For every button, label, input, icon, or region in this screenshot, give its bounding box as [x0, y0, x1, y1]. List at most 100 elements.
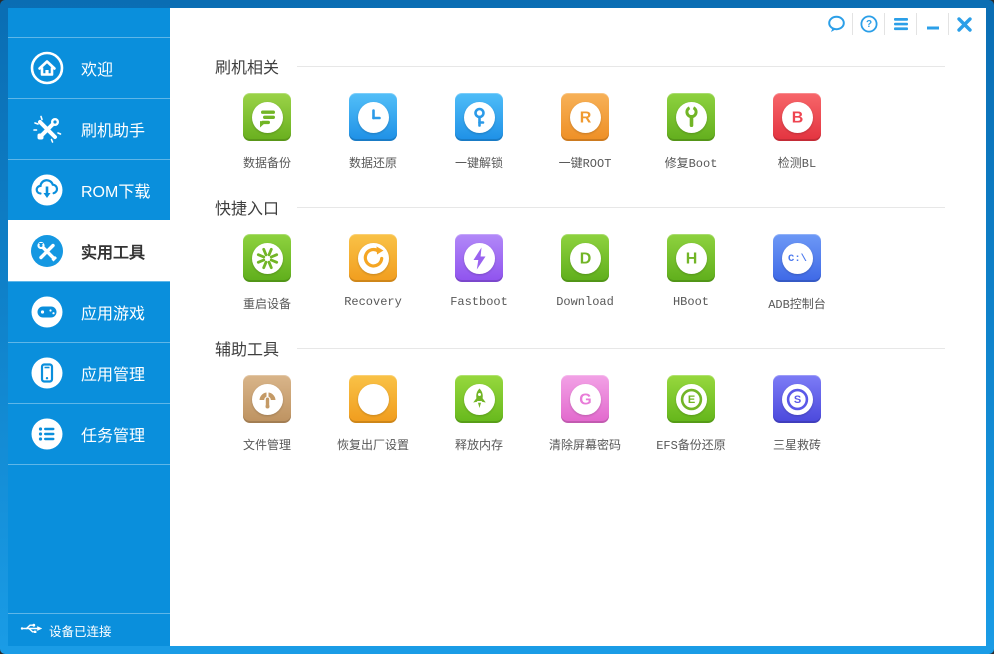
app-manage-icon: [29, 355, 65, 391]
tool-tile-clock[interactable]: 数据还原: [320, 93, 426, 171]
device-status: 设备已连接: [8, 613, 170, 646]
tool-tile-bolt[interactable]: Fastboot: [426, 234, 532, 312]
c-arrow-icon: [349, 234, 397, 282]
usb-icon: [20, 622, 42, 638]
device-status-label: 设备已连接: [49, 621, 112, 640]
wrench-icon: [667, 93, 715, 141]
tool-label: 释放内存: [455, 436, 503, 453]
tile-glyph-circle: [358, 102, 389, 133]
section-title: 辅助工具: [215, 336, 279, 360]
tool-label: ADB控制台: [768, 295, 826, 312]
utilities-icon: [29, 233, 65, 269]
tile-glyph-circle: H: [676, 243, 707, 274]
tool-label: 数据还原: [349, 154, 397, 171]
section-title: 快捷入口: [215, 195, 279, 219]
tool-tile-ring-letter-S[interactable]: S三星救砖: [744, 375, 850, 453]
tool-label: 文件管理: [243, 436, 291, 453]
tile-glyph-circle: B: [782, 102, 813, 133]
tile-glyph-circle: [464, 102, 495, 133]
sidebar-item-flash-assistant[interactable]: 刷机助手: [8, 98, 170, 159]
help-button[interactable]: ?: [852, 13, 884, 35]
sidebar-item-label: 实用工具: [81, 239, 145, 263]
sidebar-nav: 欢迎 刷机助手 ROM下载 实用工具 应用游戏 应用管理 任务管理: [8, 37, 170, 465]
tile-glyph-circle: R: [570, 102, 601, 133]
sidebar-item-rom-download[interactable]: ROM下载: [8, 159, 170, 220]
tool-label: 一键解锁: [455, 154, 503, 171]
chat-button[interactable]: [821, 13, 852, 35]
section-header: 快捷入口: [215, 196, 945, 218]
tile-glyph-circle: [676, 102, 707, 133]
minimize-icon: [925, 16, 941, 32]
sidebar-item-home[interactable]: 欢迎: [8, 37, 170, 98]
minimize-button[interactable]: [916, 13, 948, 35]
section-title: 刷机相关: [215, 54, 279, 78]
tool-tile-letter-B[interactable]: B 检测BL: [744, 93, 850, 171]
tools-content: 刷机相关数据备份数据还原 一键解锁 R 一键ROOT 修复Boot B 检测BL 快捷入口重启…: [170, 8, 986, 453]
rocket-icon: [455, 375, 503, 423]
svg-text:C:\: C:\: [788, 253, 807, 265]
tool-label: HBoot: [673, 295, 709, 309]
sidebar-item-utilities[interactable]: 实用工具: [8, 220, 170, 281]
tile-row: 数据备份数据还原 一键解锁 R 一键ROOT 修复Boot B 检测BL: [214, 93, 945, 171]
sidebar-item-label: 刷机助手: [81, 117, 145, 141]
tool-label: 检测BL: [778, 154, 816, 171]
svg-text:B: B: [791, 109, 803, 126]
tool-tile-burst[interactable]: 重启设备: [214, 234, 320, 312]
svg-text:D: D: [579, 250, 591, 267]
tool-label: 清除屏幕密码: [549, 436, 621, 453]
sidebar-item-label: ROM下载: [81, 178, 150, 202]
tile-glyph-circle: G: [570, 384, 601, 415]
tool-tile-letter-D[interactable]: DDownload: [532, 234, 638, 312]
rom-download-icon: [29, 172, 65, 208]
games-icon: [29, 294, 65, 330]
tool-label: 重启设备: [243, 295, 291, 312]
tool-label: Fastboot: [450, 295, 508, 309]
tool-tile-file[interactable]: 文件管理: [214, 375, 320, 453]
key-icon: [455, 93, 503, 141]
sidebar-item-label: 应用游戏: [81, 300, 145, 324]
burst-icon: [243, 234, 291, 282]
tool-tile-letter-G[interactable]: G 清除屏幕密码: [532, 375, 638, 453]
sidebar-item-app-manage[interactable]: 应用管理: [8, 342, 170, 403]
chat-bubble-icon: [827, 15, 846, 33]
tile-glyph-circle: [252, 243, 283, 274]
clock-icon: [349, 93, 397, 141]
svg-text:E: E: [687, 394, 694, 406]
app-window: 欢迎 刷机助手 ROM下载 实用工具 应用游戏 应用管理 任务管理 设备已连接 …: [0, 0, 994, 654]
tile-glyph-circle: [358, 384, 389, 415]
tool-tile-rocket[interactable]: 释放内存: [426, 375, 532, 453]
tile-glyph-circle: [252, 102, 283, 133]
tool-tile-letter-H[interactable]: H HBoot: [638, 234, 744, 312]
file-icon: [243, 375, 291, 423]
tool-label: 恢复出厂设置: [337, 436, 409, 453]
letter-icon: H: [667, 234, 715, 282]
home-icon: [29, 50, 65, 86]
tool-tile-c-arrow[interactable]: Recovery: [320, 234, 426, 312]
sidebar-item-task-manage[interactable]: 任务管理: [8, 403, 170, 465]
tile-glyph-circle: [464, 384, 495, 415]
tile-glyph-circle: E: [676, 384, 707, 415]
tool-tile-wrench[interactable]: 修复Boot: [638, 93, 744, 171]
tool-tile-backup[interactable]: 数据备份: [214, 93, 320, 171]
tile-glyph-circle: [358, 243, 389, 274]
tool-tile-prompt-C[interactable]: C:\ ADB控制台: [744, 234, 850, 312]
tool-tile-ring-letter-E[interactable]: E EFS备份还原: [638, 375, 744, 453]
backup-icon: [243, 93, 291, 141]
close-button[interactable]: [948, 13, 980, 35]
tool-tile-undo[interactable]: 恢复出厂设置: [320, 375, 426, 453]
sidebar-item-games[interactable]: 应用游戏: [8, 281, 170, 342]
flash-assistant-icon: [29, 111, 65, 147]
tile-glyph-circle: S: [782, 384, 813, 415]
help-icon: ?: [860, 15, 878, 33]
tool-label: EFS备份还原: [656, 436, 726, 453]
tool-tile-letter-R[interactable]: R 一键ROOT: [532, 93, 638, 171]
tool-label: 一键ROOT: [559, 154, 612, 171]
menu-button[interactable]: [884, 13, 916, 35]
section-divider: [297, 348, 945, 349]
svg-text:R: R: [579, 109, 591, 126]
titlebar-controls: ?: [821, 11, 980, 37]
tool-label: 修复Boot: [665, 154, 718, 171]
ring-letter-icon: E: [667, 375, 715, 423]
tile-row: 文件管理 恢复出厂设置 释放内存 G 清除屏幕密码 E EFS备份还原 S三星救砖: [214, 375, 945, 453]
tool-tile-key[interactable]: 一键解锁: [426, 93, 532, 171]
